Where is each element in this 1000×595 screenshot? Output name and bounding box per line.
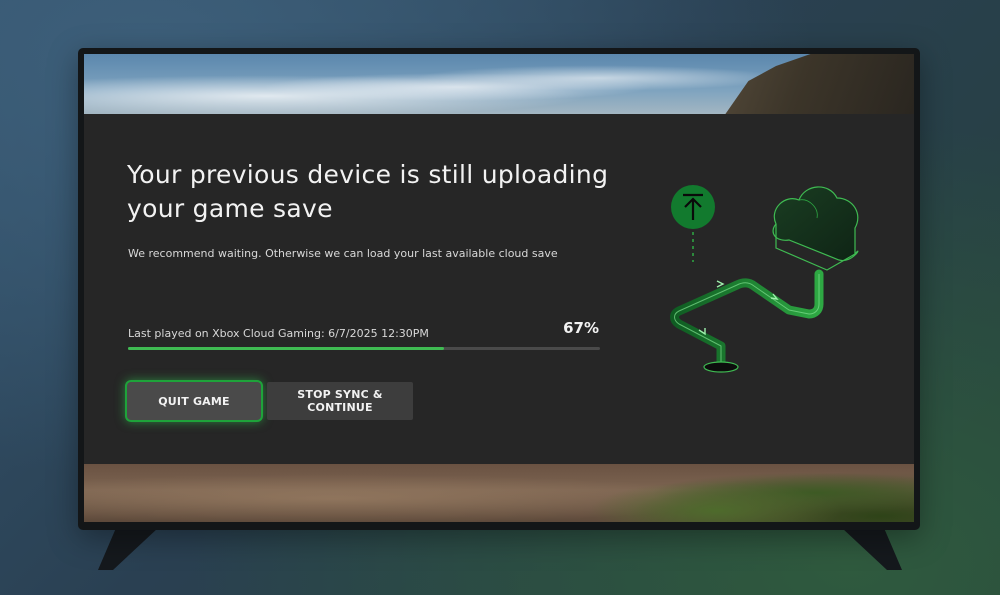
sync-dialog: Your previous device is still uploading … xyxy=(84,114,914,464)
last-played-text: Last played on Xbox Cloud Gaming: 6/7/20… xyxy=(128,327,429,340)
cloud-icon xyxy=(772,186,859,271)
progress-percentage: 67% xyxy=(563,319,599,337)
tv-frame: Your previous device is still uploading … xyxy=(78,48,920,530)
tv-screen: Your previous device is still uploading … xyxy=(84,54,914,522)
stop-sync-continue-button[interactable]: STOP SYNC & CONTINUE xyxy=(267,382,413,420)
game-background-foliage xyxy=(584,464,914,522)
tv-stand-right-leg xyxy=(842,528,902,570)
cloud-sync-illustration xyxy=(670,185,859,373)
dialog-title: Your previous device is still uploading … xyxy=(127,160,609,223)
upload-progress-bar xyxy=(128,347,600,350)
upload-arrow-icon xyxy=(671,185,715,229)
quit-game-button[interactable]: QUIT GAME xyxy=(127,382,261,420)
sync-pipe-icon xyxy=(670,269,824,373)
tv-stand-left-leg xyxy=(98,528,158,570)
dialog-subtitle: We recommend waiting. Otherwise we can l… xyxy=(128,247,558,260)
upload-progress-fill xyxy=(128,347,445,350)
